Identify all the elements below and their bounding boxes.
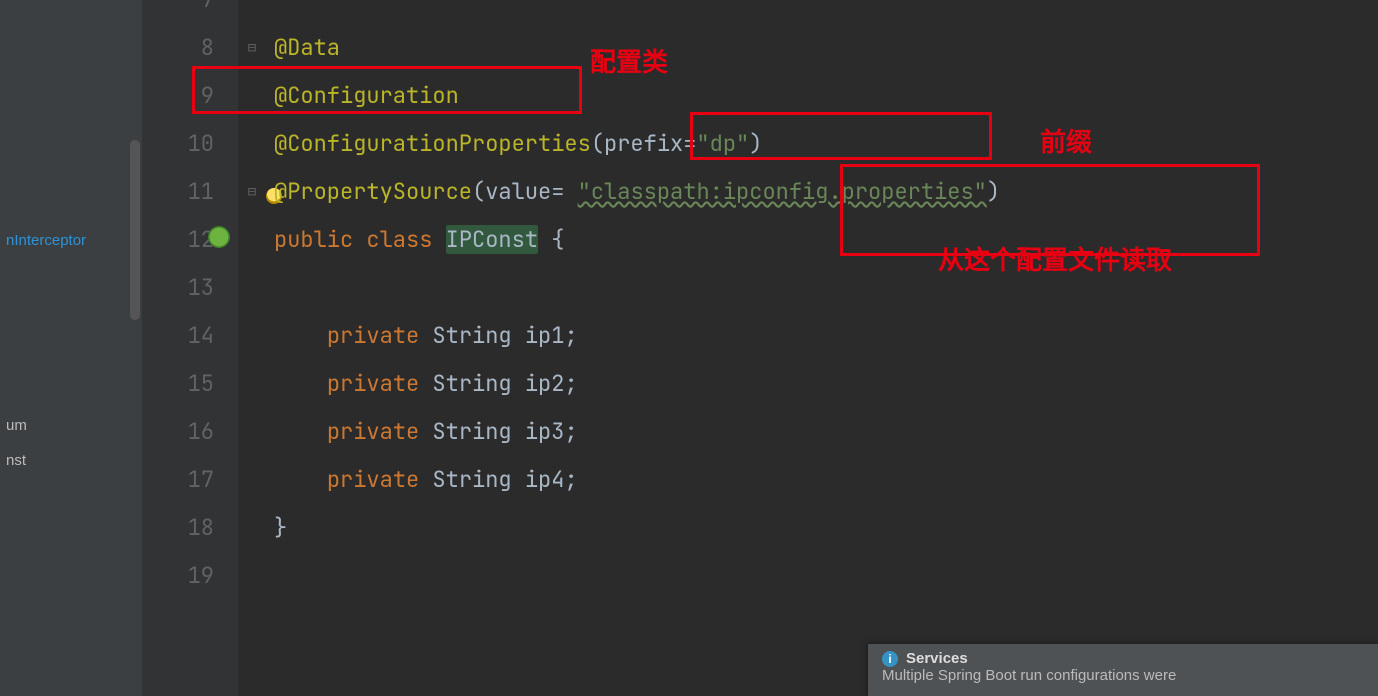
code-line[interactable]: private String ip1; [274, 312, 578, 360]
code-line[interactable]: @Configuration [274, 72, 459, 120]
code-line[interactable]: @PropertySource(value= "classpath:ipconf… [274, 168, 1000, 216]
line-number[interactable]: 19 [142, 552, 238, 600]
sidebar-item-um[interactable]: um [0, 413, 128, 438]
line-number[interactable]: 18 [142, 504, 238, 552]
line-number[interactable]: 16 [142, 408, 238, 456]
line-number-gutter: 7 8 9 10 11 12 13 14 15 16 17 18 19 [142, 0, 239, 696]
spring-bean-gutter-icon[interactable] [208, 226, 230, 248]
code-editor[interactable]: 7 8 9 10 11 12 13 14 15 16 17 18 19 ⊟ ⊟ … [128, 0, 1378, 696]
line-number[interactable]: 15 [142, 360, 238, 408]
code-line[interactable]: public class IPConst { [274, 216, 564, 264]
code-line[interactable]: private String ip4; [274, 456, 578, 504]
line-number[interactable]: 9 [142, 72, 238, 120]
fold-handle[interactable]: ⊟ [238, 168, 266, 216]
line-number[interactable]: 11 [142, 168, 238, 216]
sidebar-item-nst[interactable]: nst [0, 448, 128, 473]
line-number[interactable]: 13 [142, 264, 238, 312]
line-number[interactable]: 7 [142, 0, 238, 24]
scrollbar-thumb[interactable] [130, 140, 140, 320]
code-line[interactable]: } [274, 504, 287, 552]
project-sidebar[interactable]: nInterceptor um nst [0, 0, 128, 696]
notification-title: Services [906, 650, 968, 667]
ide-root: { "sidebar": { "items": [ { "label": "nI… [0, 0, 1378, 696]
notification-popup[interactable]: i Services Multiple Spring Boot run confi… [868, 644, 1378, 696]
editor-scrollbar[interactable] [128, 0, 142, 696]
notification-body: Multiple Spring Boot run configurations … [882, 667, 1364, 684]
fold-gutter: ⊟ ⊟ [238, 0, 266, 696]
code-line[interactable]: @Data [274, 24, 340, 72]
code-line[interactable]: @ConfigurationProperties(prefix="dp") [274, 120, 762, 168]
code-line[interactable]: private String ip2; [274, 360, 578, 408]
line-number[interactable]: 8 [142, 24, 238, 72]
sidebar-item-interceptor[interactable]: nInterceptor [0, 228, 128, 253]
line-number[interactable]: 10 [142, 120, 238, 168]
code-line[interactable]: private String ip3; [274, 408, 578, 456]
code-area[interactable]: @Data @Configuration @ConfigurationPrope… [274, 0, 1378, 696]
line-number[interactable]: 17 [142, 456, 238, 504]
fold-handle[interactable]: ⊟ [238, 24, 266, 72]
line-number[interactable]: 14 [142, 312, 238, 360]
info-icon: i [882, 651, 898, 667]
